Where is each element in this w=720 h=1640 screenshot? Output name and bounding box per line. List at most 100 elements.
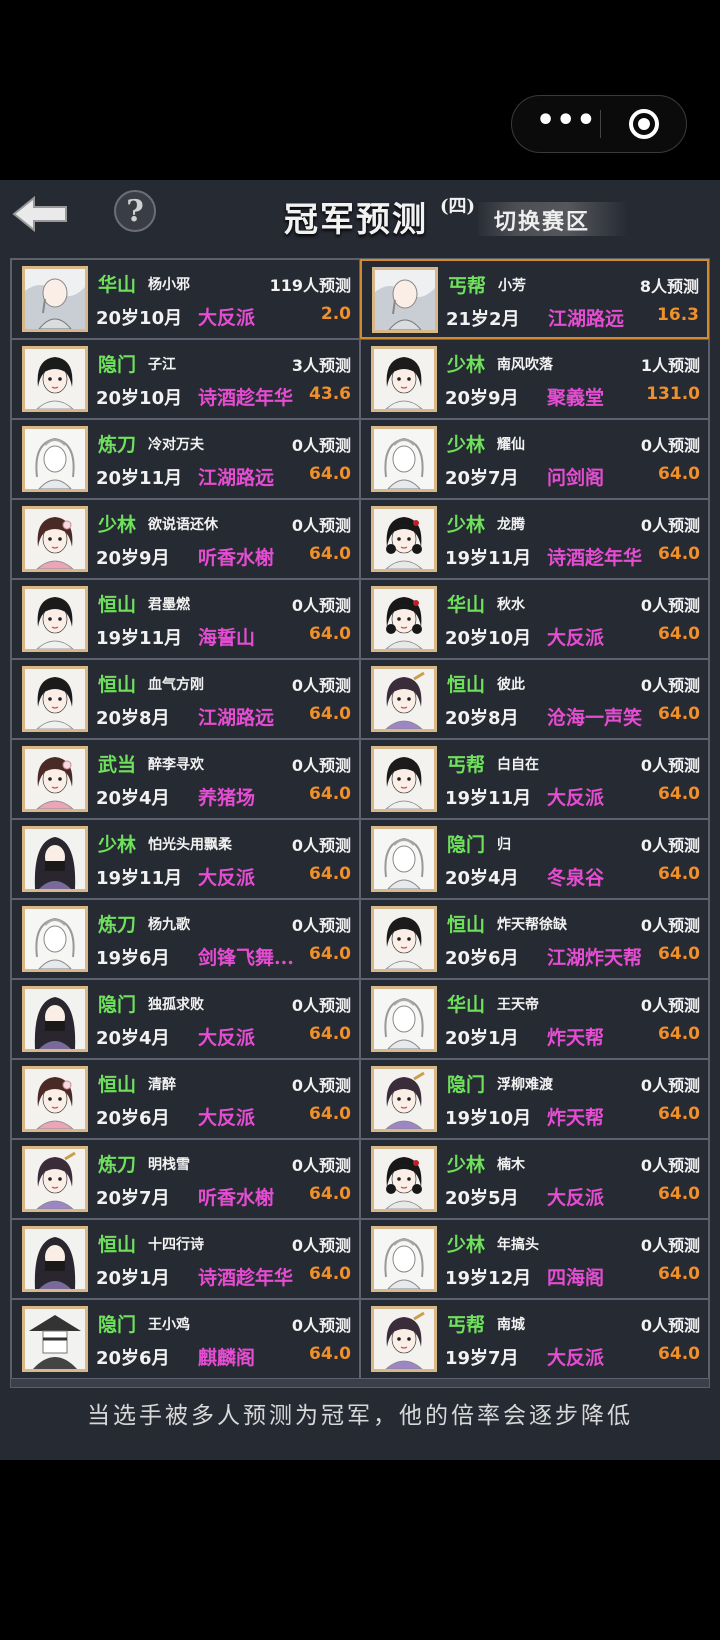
player-team: 麒麟阁 xyxy=(198,1347,256,1369)
player-row[interactable]: 隐门归 0人预测 20岁4月 冬泉谷 64.0 xyxy=(360,819,709,899)
player-row[interactable]: 隐门 子江 3人预测 20岁10月 诗酒趁年华 43.6 xyxy=(11,339,360,419)
player-team: 大反派 xyxy=(547,1347,605,1369)
player-sect: 少林 xyxy=(447,354,486,376)
prediction-count: 0人预测 xyxy=(640,676,700,695)
close-target-icon[interactable] xyxy=(628,108,660,140)
player-row[interactable]: 少林 年搞头 0人预测 19岁12月 四海阁 64.0 xyxy=(360,1219,709,1299)
prediction-count: 3人预测 xyxy=(291,356,351,375)
player-avatar xyxy=(371,986,437,1052)
odds-value: 64.0 xyxy=(309,464,351,484)
player-name: 子江 xyxy=(148,357,176,373)
player-row[interactable]: 丐帮 南城 0人预测 19岁7月 大反派 64.0 xyxy=(360,1299,709,1379)
player-sect: 少林 xyxy=(447,1154,486,1176)
player-avatar xyxy=(22,1146,88,1212)
player-row[interactable]: 恒山 十四行诗 0人预测 20岁1月 诗酒趁年华 64.0 xyxy=(11,1219,360,1299)
player-avatar xyxy=(22,826,88,892)
player-name: 王小鸡 xyxy=(148,1317,190,1333)
player-row[interactable]: 丐帮 小芳 8人预测 21岁2月 江湖路远 16.3 xyxy=(360,259,709,339)
player-age: 20岁1月 xyxy=(96,1268,170,1289)
player-row[interactable]: 隐门 王小鸡 0人预测 20岁6月 麒麟阁 64.0 xyxy=(11,1299,360,1379)
player-row[interactable]: 隐门 浮柳难渡 0人预测 19岁10月 炸天帮 64.0 xyxy=(360,1059,709,1139)
player-avatar xyxy=(371,346,437,412)
player-row[interactable]: 恒山 炸天帮徐缺 0人预测 20岁6月 江湖炸天帮 64.0 xyxy=(360,899,709,979)
player-age: 19岁11月 xyxy=(445,788,532,809)
switch-region-button[interactable]: 切换赛区 xyxy=(478,202,628,236)
odds-value: 64.0 xyxy=(658,1344,700,1364)
capsule-divider xyxy=(600,110,601,138)
odds-value: 64.0 xyxy=(658,704,700,724)
player-sect: 少林 xyxy=(447,514,486,536)
player-team: 大反派 xyxy=(198,1027,256,1049)
player-row[interactable]: 华山 秋水 0人预测 20岁10月 大反派 64.0 xyxy=(360,579,709,659)
player-avatar xyxy=(22,666,88,732)
player-age: 20岁11月 xyxy=(96,468,183,489)
player-team: 诗酒趁年华 xyxy=(198,1267,294,1289)
player-avatar xyxy=(371,586,437,652)
player-sect: 少林 xyxy=(98,834,137,856)
player-team: 养猪场 xyxy=(198,787,256,809)
player-sect: 隐门 xyxy=(98,994,137,1016)
player-age: 20岁7月 xyxy=(445,468,519,489)
odds-value: 43.6 xyxy=(309,384,351,404)
player-row[interactable]: 华山 杨小邪 119人预测 20岁10月 大反派 2.0 xyxy=(11,259,360,339)
player-age: 20岁4月 xyxy=(445,868,519,889)
player-name: 秋水 xyxy=(497,597,525,613)
player-team: 海誓山 xyxy=(198,627,256,649)
player-team: 听香水榭 xyxy=(198,1187,275,1209)
prediction-count: 0人预测 xyxy=(291,916,351,935)
player-row[interactable]: 炼刀 明栈雪 0人预测 20岁7月 听香水榭 64.0 xyxy=(11,1139,360,1219)
player-sect: 炼刀 xyxy=(98,914,137,936)
player-row[interactable]: 华山 王天帝 0人预测 20岁1月 炸天帮 64.0 xyxy=(360,979,709,1059)
player-sect: 华山 xyxy=(447,594,486,616)
prediction-count: 0人预测 xyxy=(640,1236,700,1255)
player-team: 江湖路远 xyxy=(198,467,275,489)
more-menu-button[interactable]: ••• xyxy=(536,96,596,152)
player-sect: 炼刀 xyxy=(98,1154,137,1176)
player-name: 龙腾 xyxy=(497,517,525,533)
player-row[interactable]: 隐门 独孤求败 0人预测 20岁4月 大反派 64.0 xyxy=(11,979,360,1059)
player-name: 白自在 xyxy=(497,757,539,773)
odds-value: 64.0 xyxy=(658,864,700,884)
player-avatar xyxy=(371,746,437,812)
odds-value: 64.0 xyxy=(658,624,700,644)
player-row[interactable]: 恒山 血气方刚 0人预测 20岁8月 江湖路远 64.0 xyxy=(11,659,360,739)
back-arrow-icon[interactable] xyxy=(10,192,70,236)
page-title-sup: (四) xyxy=(440,196,476,217)
player-name: 耀仙 xyxy=(497,437,525,453)
player-age: 20岁10月 xyxy=(96,308,183,329)
player-name: 南风吹落 xyxy=(497,357,553,373)
player-row[interactable]: 炼刀 冷对万夫 0人预测 20岁11月 江湖路远 64.0 xyxy=(11,419,360,499)
player-sect: 隐门 xyxy=(98,1314,137,1336)
prediction-count: 0人预测 xyxy=(640,1316,700,1335)
player-team: 江湖炸天帮 xyxy=(547,947,643,969)
player-row[interactable]: 炼刀 杨九歌 0人预测 19岁6月 剑锋飞舞... 64.0 xyxy=(11,899,360,979)
player-row[interactable]: 少林 耀仙 0人预测 20岁7月 问剑阁 64.0 xyxy=(360,419,709,499)
help-question-icon[interactable]: ? xyxy=(112,188,158,234)
player-row[interactable]: 恒山 清醉 0人预测 20岁6月 大反派 64.0 xyxy=(11,1059,360,1139)
player-name: 炸天帮徐缺 xyxy=(497,917,567,933)
player-row[interactable]: 恒山 君墨燃 0人预测 19岁11月 海誓山 64.0 xyxy=(11,579,360,659)
player-row[interactable]: 丐帮 白自在 0人预测 19岁11月 大反派 64.0 xyxy=(360,739,709,819)
player-row[interactable]: 武当 醉李寻欢 0人预测 20岁4月 养猪场 64.0 xyxy=(11,739,360,819)
player-name: 怕光头用飘柔 xyxy=(148,837,232,853)
prediction-count: 0人预测 xyxy=(291,1076,351,1095)
player-age: 20岁8月 xyxy=(445,708,519,729)
player-row[interactable]: 少林 欲说语还休 0人预测 20岁9月 听香水榭 64.0 xyxy=(11,499,360,579)
player-row[interactable]: 少林 楠木 0人预测 20岁5月 大反派 64.0 xyxy=(360,1139,709,1219)
player-age: 19岁11月 xyxy=(96,628,183,649)
odds-value: 64.0 xyxy=(309,704,351,724)
player-name: 杨小邪 xyxy=(148,277,190,293)
odds-value: 64.0 xyxy=(658,1024,700,1044)
player-age: 20岁10月 xyxy=(445,628,532,649)
odds-value: 64.0 xyxy=(658,1104,700,1124)
player-row[interactable]: 恒山 彼此 0人预测 20岁8月 沧海一声笑 64.0 xyxy=(360,659,709,739)
player-row[interactable]: 少林 龙腾 0人预测 19岁11月 诗酒趁年华 64.0 xyxy=(360,499,709,579)
prediction-count: 8人预测 xyxy=(639,277,699,296)
odds-value: 64.0 xyxy=(658,784,700,804)
player-team: 四海阁 xyxy=(547,1267,605,1289)
player-row[interactable]: 少林 南风吹落 1人预测 20岁9月 聚義堂 131.0 xyxy=(360,339,709,419)
prediction-grid[interactable]: 华山 杨小邪 119人预测 20岁10月 大反派 2.0 隐门 子江 3人预测 20岁10月诗酒趁… xyxy=(10,258,710,1388)
player-row[interactable]: 少林 怕光头用飘柔 0人预测 19岁11月 大反派 64.0 xyxy=(11,819,360,899)
odds-value: 64.0 xyxy=(309,1344,351,1364)
odds-value: 64.0 xyxy=(658,944,700,964)
